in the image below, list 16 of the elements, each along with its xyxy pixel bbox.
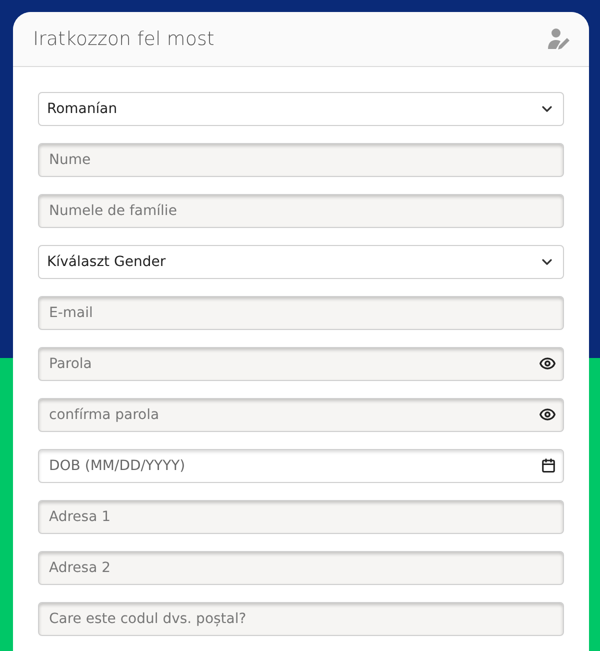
card-title: Iratkozzon fel most (33, 26, 214, 52)
user-edit-icon (547, 27, 571, 51)
calendar-icon[interactable] (541, 458, 556, 473)
date-field[interactable]: DOB (MM/DD/YYYY) (38, 449, 564, 483)
eye-icon[interactable] (539, 406, 556, 423)
input-field[interactable]: Numele de famílie (38, 194, 564, 228)
select-field[interactable]: Kíválaszt Gender (38, 245, 564, 279)
select-field[interactable]: Romanían (38, 92, 564, 126)
password-field[interactable]: Parola (38, 347, 564, 381)
eye-icon[interactable] (539, 355, 556, 372)
input-field[interactable]: E-mail (38, 296, 564, 330)
input-field[interactable]: Adresa 2 (38, 551, 564, 585)
input-field[interactable]: Adresa 1 (38, 500, 564, 534)
password-field[interactable]: confírma parola (38, 398, 564, 432)
input-field[interactable]: Nume (38, 143, 564, 177)
input-field[interactable]: Care este codul dvs. poștal? (38, 602, 564, 636)
